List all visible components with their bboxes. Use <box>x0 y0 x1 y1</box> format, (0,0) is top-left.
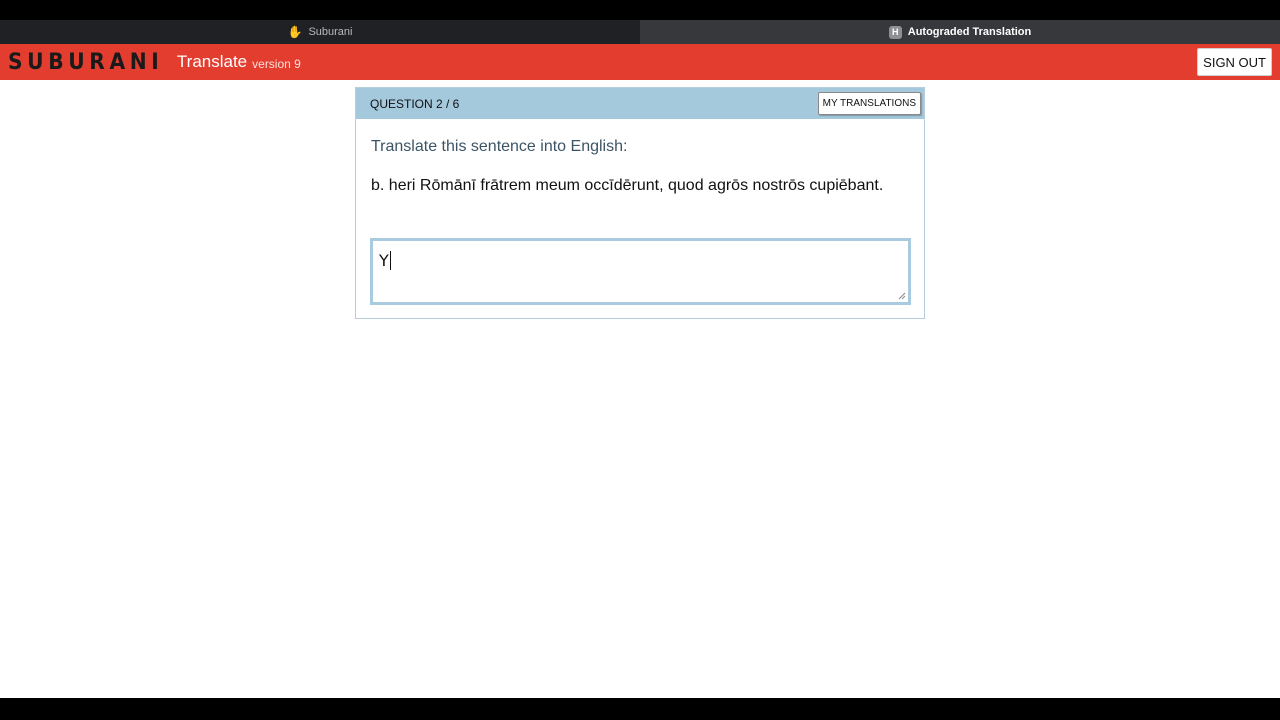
question-instruction: Translate this sentence into English: <box>371 138 628 155</box>
main-content: QUESTION 2 / 6 MY TRANSLATIONS Translate… <box>0 80 1280 698</box>
suburani-logo[interactable]: SUBURANI <box>8 50 163 75</box>
my-translations-button[interactable]: MY TRANSLATIONS <box>817 92 921 115</box>
screen-top-border <box>0 0 1280 20</box>
app-title: Translate <box>176 52 248 71</box>
latin-sentence: b. heri Rōmānī frātrem meum occīdērunt, … <box>371 177 884 194</box>
tab-suburani[interactable]: ✋ Suburani <box>0 20 640 44</box>
question-counter: QUESTION 2 / 6 <box>370 96 460 111</box>
app-version: version 9 <box>252 57 301 71</box>
browser-tab-bar: ✋ Suburani H Autograded Translation <box>0 20 1280 44</box>
translation-answer-field[interactable]: Y <box>370 238 911 305</box>
question-card: QUESTION 2 / 6 MY TRANSLATIONS Translate… <box>355 87 925 319</box>
text-caret <box>389 251 391 270</box>
resize-grip-icon[interactable] <box>898 292 906 300</box>
answer-text: Y <box>379 251 389 270</box>
hand-icon: ✋ <box>287 25 303 39</box>
sign-out-button[interactable]: SIGN OUT <box>1197 48 1272 76</box>
question-header: QUESTION 2 / 6 MY TRANSLATIONS <box>356 88 924 119</box>
tab-label: Suburani <box>308 26 353 38</box>
screen-bottom-border <box>0 698 1280 720</box>
tab-label: Autograded Translation <box>907 26 1032 38</box>
app-header: SUBURANI Translate version 9 SIGN OUT <box>0 44 1280 80</box>
tab-autograded-translation[interactable]: H Autograded Translation <box>640 20 1280 44</box>
h-badge-icon: H <box>888 25 902 39</box>
